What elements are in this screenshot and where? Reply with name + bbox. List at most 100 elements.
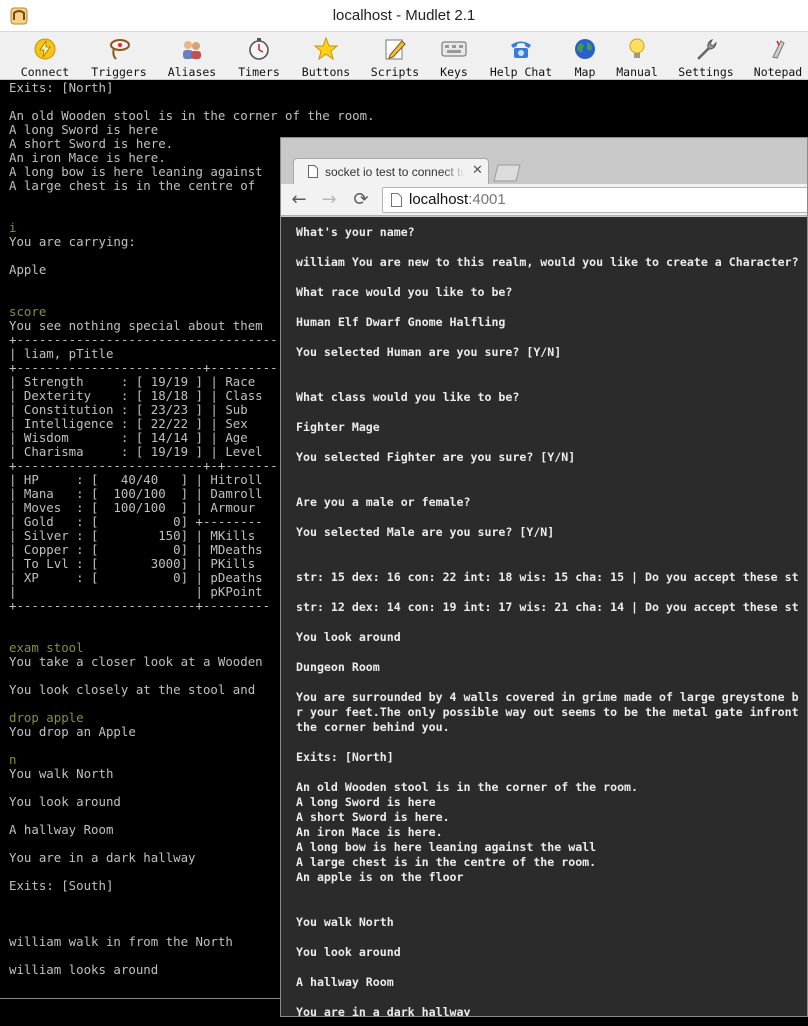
browser-toolbar: ← → ⟳ localhost:4001 <box>281 184 807 216</box>
command-echo: drop apple <box>9 710 84 725</box>
window-title: localhost - Mudlet 2.1 <box>332 7 476 24</box>
console-line: You look closely at the stool and <box>9 682 256 697</box>
close-tab-icon[interactable]: ✕ <box>472 163 483 178</box>
map-button[interactable]: Map <box>566 35 604 79</box>
help-chat-button[interactable]: Help Chat <box>484 35 558 79</box>
triggers-button[interactable]: Triggers <box>84 35 154 79</box>
notepad-label: Notepad <box>753 65 803 79</box>
score-table-line: | Dexterity : [ 18/18 ] | Class <box>9 388 263 403</box>
page-line: You look around <box>296 630 401 644</box>
page-line: An apple is on the floor <box>296 870 464 884</box>
people-icon <box>183 41 201 59</box>
page-line: A short Sword is here. <box>296 810 450 824</box>
keys-label: Keys <box>440 65 468 79</box>
connect-label: Connect <box>20 65 70 79</box>
score-table-line: | Charisma : [ 19/19 ] | Level <box>9 444 263 459</box>
console-line: You are carrying: <box>9 234 136 249</box>
console-line: You take a closer look at a Wooden <box>9 654 263 669</box>
back-arrow-icon[interactable]: ← <box>289 190 309 210</box>
url-host: localhost <box>409 191 469 208</box>
console-line: You are in a dark hallway <box>9 850 196 865</box>
page-line: A large chest is in the centre of the ro… <box>296 855 597 869</box>
page-line: An old Wooden stool is in the corner of … <box>296 780 639 794</box>
console-line: A hallway Room <box>9 822 114 837</box>
console-line: You see nothing special about them <box>9 318 263 333</box>
reload-icon[interactable]: ⟳ <box>351 190 371 210</box>
page-line: Exits: [North] <box>296 750 394 764</box>
star-icon <box>313 37 339 61</box>
page-line: You walk North <box>296 915 394 929</box>
page-line: A hallway Room <box>296 975 394 989</box>
page-line: the corner behind you. <box>296 720 450 734</box>
page-line: What's your name? <box>296 225 415 239</box>
score-table-line: | Gold : [ 0] +-------- <box>9 514 263 529</box>
stopwatch-icon <box>249 38 269 60</box>
globe-icon <box>575 39 595 59</box>
keyboard-icon <box>441 41 467 57</box>
score-table-line: | Wisdom : [ 14/14 ] | Age <box>9 430 248 445</box>
page-content[interactable]: What's your name? william You are new to… <box>281 217 807 1017</box>
score-table-line: | Mana : [ 100/100 ] | Damroll <box>9 486 263 501</box>
tab-title: socket io test to connect to <box>325 165 465 179</box>
keys-button[interactable]: Keys <box>432 35 476 79</box>
url-port: :4001 <box>468 191 506 208</box>
score-table-line: | Copper : [ 0] | MDeaths <box>9 542 263 557</box>
console-line: william looks around <box>9 962 159 977</box>
notepad-icon <box>772 40 785 59</box>
page-icon <box>308 165 318 178</box>
console-line: You drop an Apple <box>9 724 136 739</box>
console-line: An iron Mace is here. <box>9 150 166 165</box>
score-table-line: | | pKPoint <box>9 584 263 599</box>
score-table-line: | To Lvl : [ 3000] | PKills <box>9 556 256 571</box>
score-table-line: +------------------------+--------- <box>9 598 271 613</box>
page-line: You selected Male are you sure? [Y/N] <box>296 525 555 539</box>
page-line: You selected Fighter are you sure? [Y/N] <box>296 450 576 464</box>
wrench-icon <box>697 39 717 60</box>
page-line: A long bow is here leaning against the w… <box>296 840 597 854</box>
console-line: You look around <box>9 794 121 809</box>
manual-label: Manual <box>616 65 658 79</box>
page-line: Dungeon Room <box>296 660 380 674</box>
settings-label: Settings <box>678 65 734 79</box>
page-line: r your feet.The only possible way out se… <box>296 705 799 719</box>
forward-arrow-icon[interactable]: → <box>319 190 339 210</box>
score-table-line: | Intelligence : [ 22/22 ] | Sex <box>9 416 248 431</box>
page-line: Fighter Mage <box>296 420 380 434</box>
score-table-line: | HP : [ 40/40 ] | Hitroll <box>9 472 263 487</box>
scripts-button[interactable]: Scripts <box>364 35 426 79</box>
page-line: You look around <box>296 945 401 959</box>
page-line: You are in a dark hallway <box>296 1005 471 1017</box>
page-line: Are you a male or female? <box>296 495 471 509</box>
page-line: An iron Mace is here. <box>296 825 443 839</box>
aliases-button[interactable]: Aliases <box>158 35 226 79</box>
timers-button[interactable]: Timers <box>230 35 288 79</box>
score-table-line: | Constitution : [ 23/23 ] | Sub <box>9 402 248 417</box>
page-line: You are surrounded by 4 walls covered in… <box>296 690 799 704</box>
score-table-line: | liam, pTitle <box>9 346 114 361</box>
console-line: You walk North <box>9 766 114 781</box>
score-table-line: | Silver : [ 150] | MKills <box>9 528 256 543</box>
scripts-label: Scripts <box>370 65 420 79</box>
connect-button[interactable]: Connect <box>10 35 80 79</box>
page-line: A long Sword is here <box>296 795 436 809</box>
page-line: str: 15 dex: 16 con: 22 int: 18 wis: 15 … <box>296 570 799 584</box>
console-line: An old Wooden stool is in the corner of … <box>9 108 375 123</box>
page-line: You selected Human are you sure? [Y/N] <box>296 345 562 359</box>
new-tab-button[interactable] <box>493 164 521 182</box>
address-bar[interactable]: localhost:4001 <box>382 187 807 213</box>
command-echo: n <box>9 752 17 767</box>
settings-button[interactable]: Settings <box>672 35 740 79</box>
score-table-line: | Moves : [ 100/100 ] | Armour <box>9 500 256 515</box>
page-line: What class would you like to be? <box>296 390 520 404</box>
pencil-icon <box>385 39 406 60</box>
browser-tab[interactable]: socket io test to connect to ✕ <box>293 158 489 184</box>
notepad-button[interactable]: Notepad <box>748 35 808 79</box>
map-label: Map <box>574 65 596 79</box>
buttons-button[interactable]: Buttons <box>294 35 358 79</box>
score-table-line: +-------------------------+--------- <box>9 360 278 375</box>
page-line: Human Elf Dwarf Gnome Halfling <box>296 315 506 329</box>
main-toolbar: Connect Triggers Aliases Timers Buttons <box>0 32 808 80</box>
command-echo: i <box>9 220 17 235</box>
browser-window[interactable]: socket io test to connect to ✕ ← → ⟳ loc… <box>280 137 808 1017</box>
manual-button[interactable]: Manual <box>610 35 664 79</box>
